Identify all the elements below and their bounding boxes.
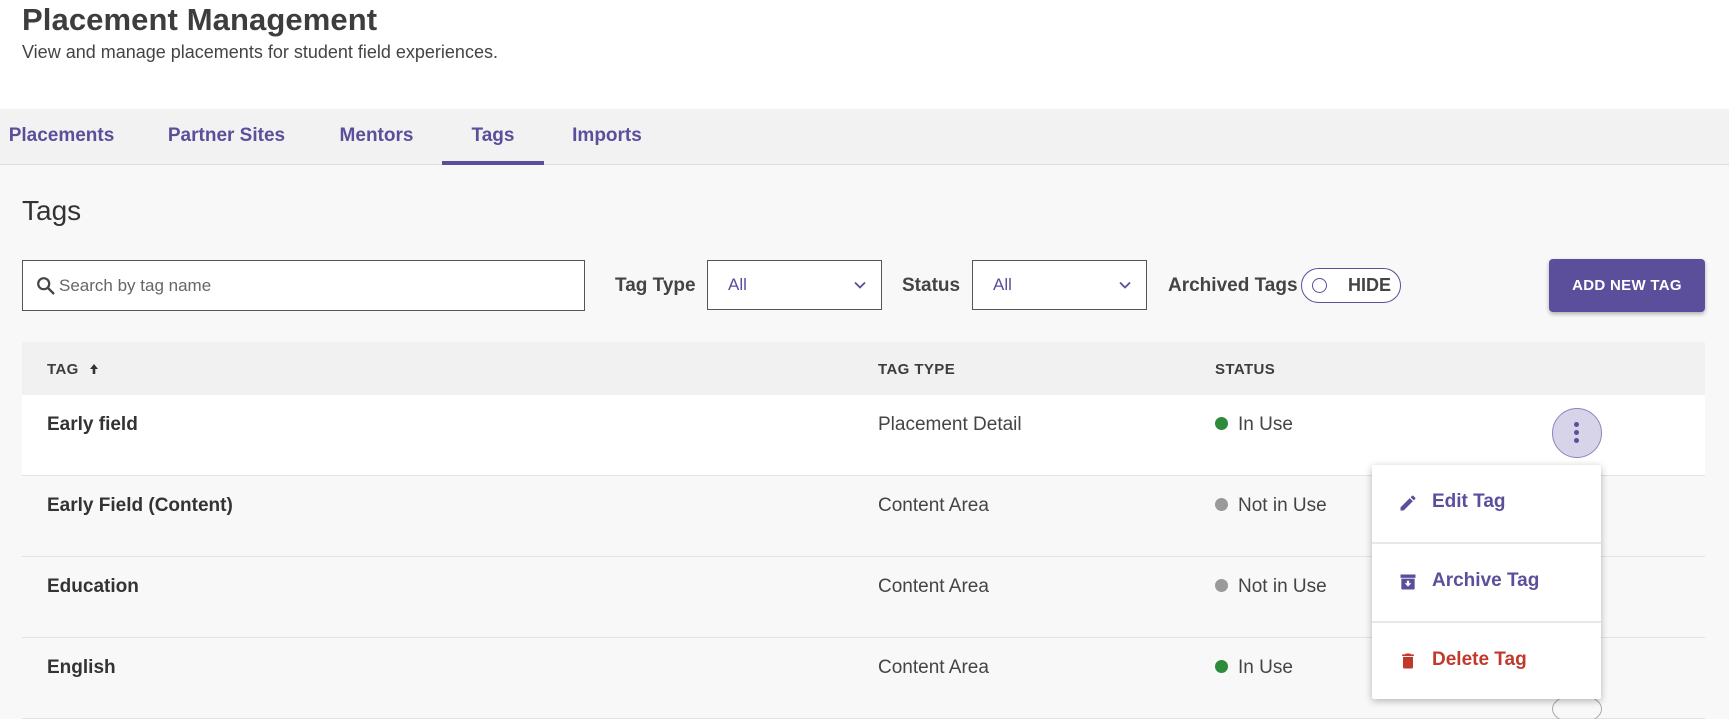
status-label: Status [902,275,961,296]
arrow-up-icon [90,364,99,374]
archived-tags-toggle[interactable]: HIDE [1301,268,1401,303]
tab-mentors[interactable]: Mentors [330,109,423,165]
more-vertical-icon [1574,422,1579,427]
tab-tags[interactable]: Tags [442,109,544,165]
tag-type-select[interactable]: All [707,260,882,310]
status-value: All [993,275,1012,294]
status-cell: In Use [1215,414,1293,436]
more-vertical-icon-dot [1574,430,1579,435]
chevron-down-icon [1119,281,1131,289]
row-actions-button[interactable] [1552,408,1602,458]
search-icon [37,277,55,295]
toggle-knob [1312,278,1327,293]
search-input[interactable] [59,262,579,309]
column-header-status[interactable]: STATUS [1215,361,1275,378]
menu-item-label: Edit Tag [1432,491,1506,512]
archived-tags-label: Archived Tags [1168,275,1298,296]
status-text: Not in Use [1238,576,1327,597]
page-header: Placement Management View and manage pla… [0,0,1729,109]
column-header-tag[interactable]: TAG [47,361,99,378]
tab-partner-sites[interactable]: Partner Sites [158,109,295,165]
menu-item-label: Archive Tag [1432,570,1540,591]
tag-type-value: All [728,275,747,294]
tab-placements[interactable]: Placements [0,109,123,165]
menu-item-edit-tag[interactable]: Edit Tag [1372,465,1601,543]
trash-icon [1402,653,1414,669]
tab-bar: Placements Partner Sites Mentors Tags Im… [0,109,1729,165]
tag-name: Early field [47,414,138,435]
page-title: Placement Management [22,2,378,37]
tag-name: Education [47,576,139,597]
search-field[interactable] [22,260,585,311]
more-vertical-icon-dot [1574,438,1579,443]
archive-icon [1400,574,1416,590]
tag-name: English [47,657,116,678]
row-actions-menu: Edit Tag Archive Tag Delete Tag [1372,465,1601,699]
menu-item-label: Delete Tag [1432,649,1527,670]
status-dot-in-use [1215,660,1228,673]
status-text: Not in Use [1238,495,1327,516]
tab-imports[interactable]: Imports [566,109,648,165]
pencil-icon [1400,495,1416,511]
toggle-label: HIDE [1348,275,1392,295]
chevron-down-icon [854,281,866,289]
tag-type: Content Area [878,576,989,597]
column-header-tag-type[interactable]: TAG TYPE [878,361,955,378]
menu-item-delete-tag[interactable]: Delete Tag [1372,623,1601,701]
table-row[interactable]: Early field Placement Detail In Use [22,395,1705,476]
page-subtitle: View and manage placements for student f… [22,42,498,62]
status-cell: In Use [1215,657,1293,679]
tag-type: Content Area [878,495,989,516]
status-cell: Not in Use [1215,495,1327,517]
table-header: TAG TAG TYPE STATUS [22,342,1705,395]
section-title: Tags [22,195,82,226]
tag-type-label: Tag Type [615,275,696,296]
status-cell: Not in Use [1215,576,1327,598]
add-new-tag-button[interactable]: ADD NEW TAG [1549,259,1705,312]
tag-type: Content Area [878,657,989,678]
status-text: In Use [1238,657,1293,678]
tag-type: Placement Detail [878,414,1022,435]
tag-name: Early Field (Content) [47,495,233,516]
status-dot-in-use [1215,417,1228,430]
menu-item-archive-tag[interactable]: Archive Tag [1372,544,1601,622]
status-dot-not-in-use [1215,579,1228,592]
column-header-label: TAG [47,361,79,378]
status-dot-not-in-use [1215,498,1228,511]
status-select[interactable]: All [972,260,1147,310]
status-text: In Use [1238,414,1293,435]
